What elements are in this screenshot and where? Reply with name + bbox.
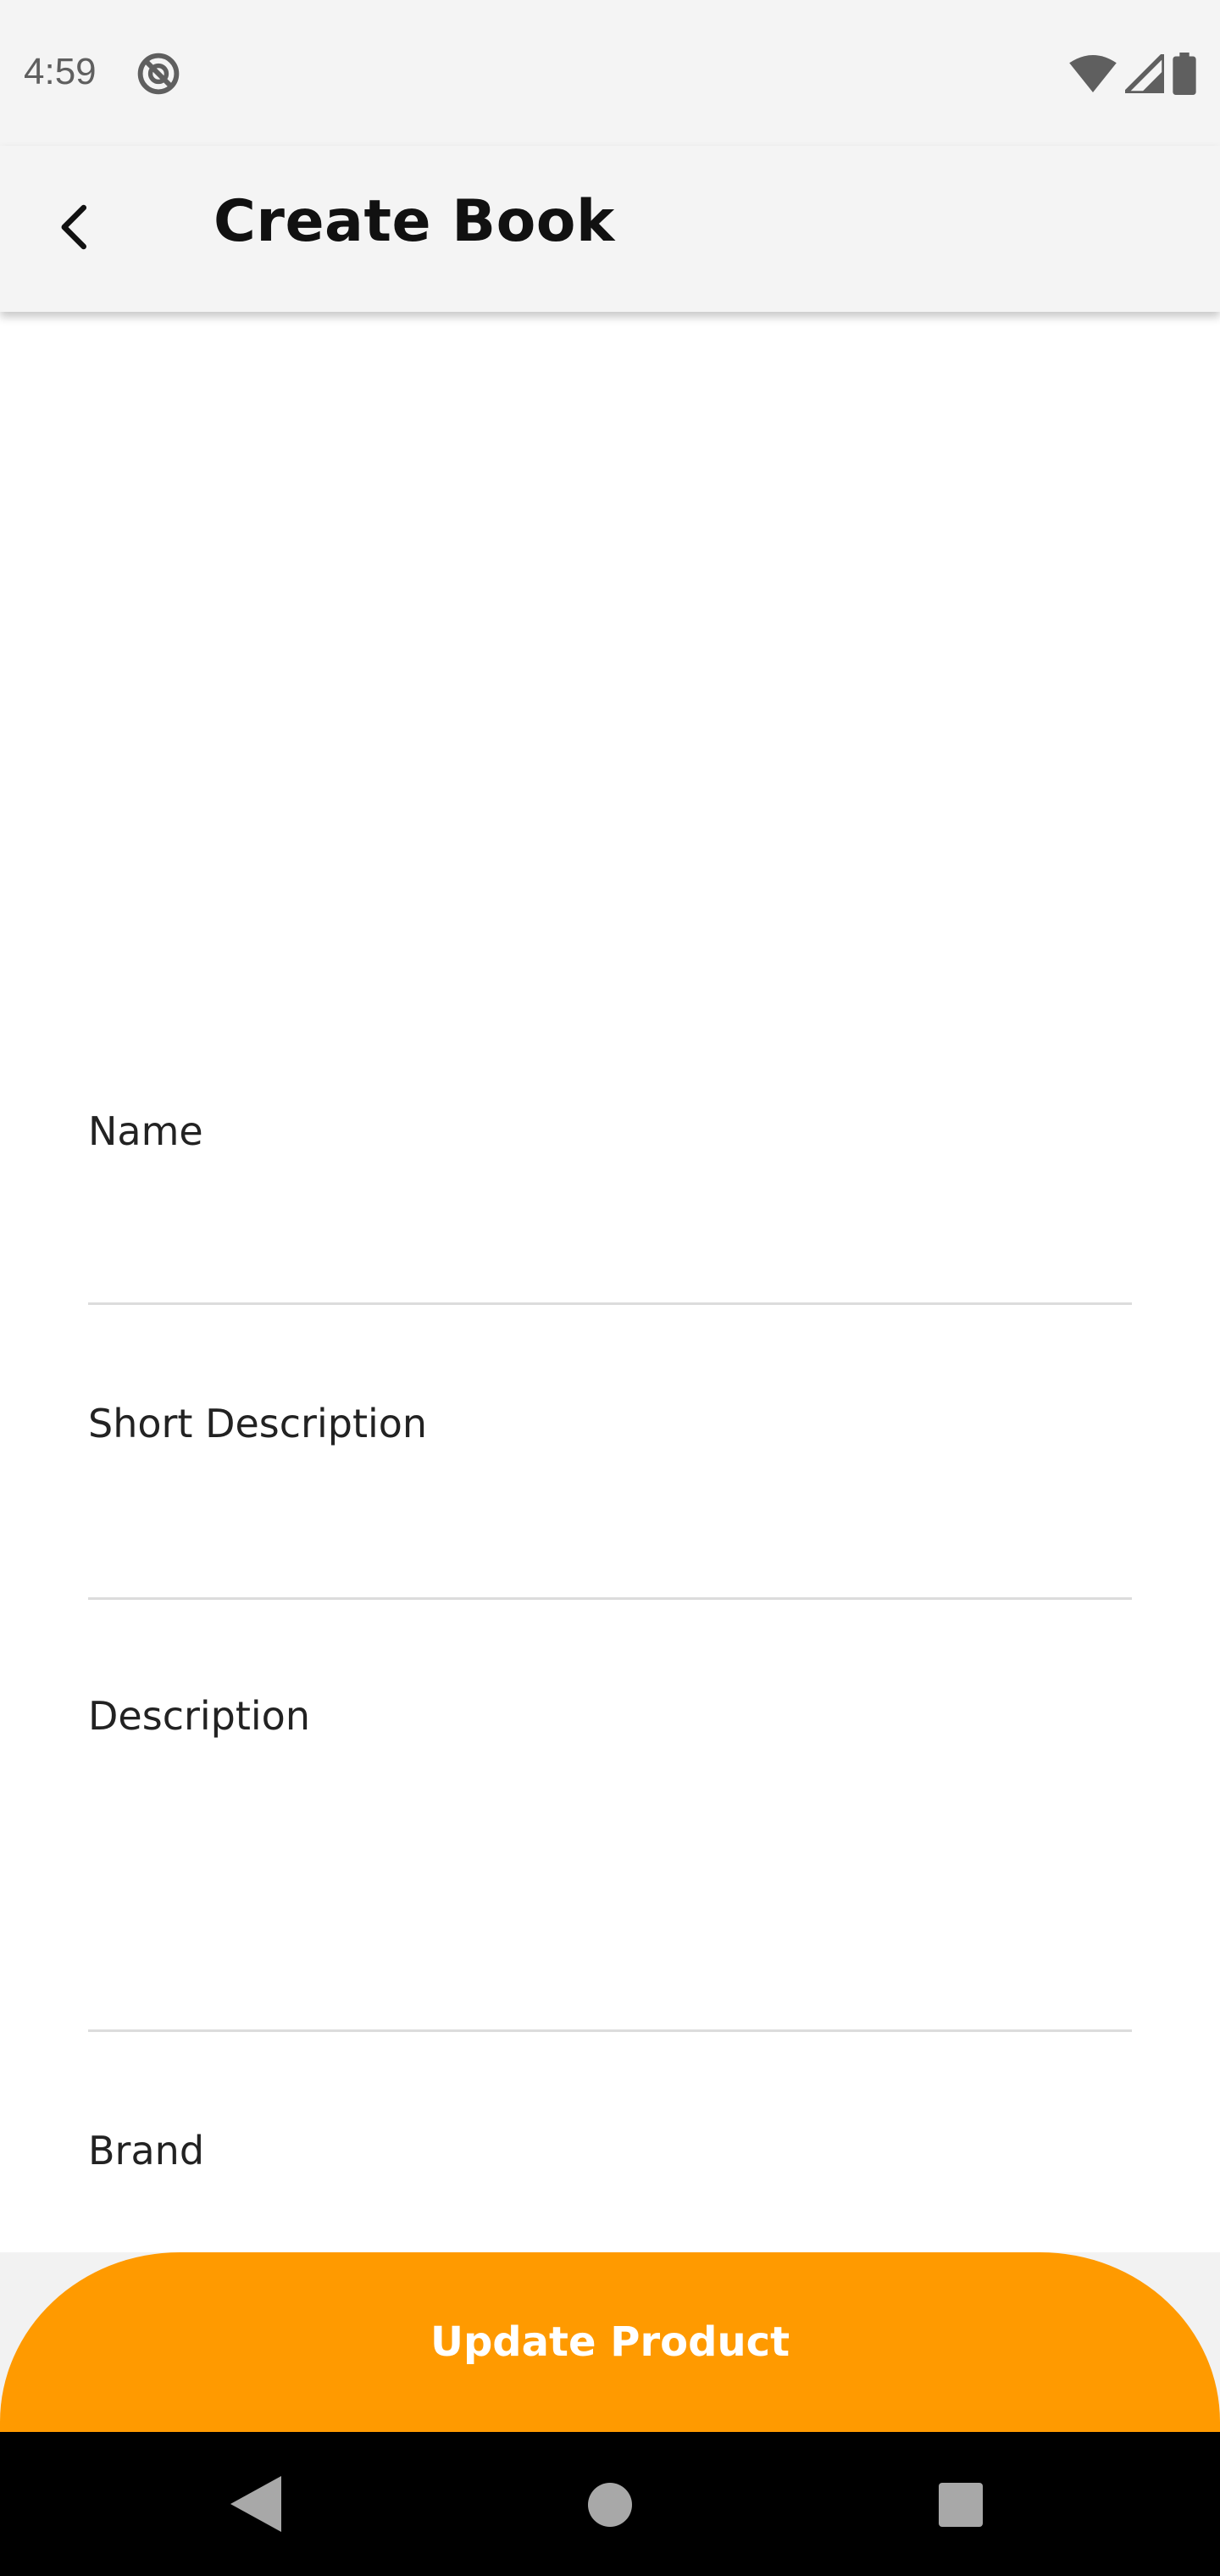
brand-label: Brand (88, 2128, 205, 2174)
cellular-signal-icon (1125, 54, 1164, 93)
status-icons (1069, 51, 1196, 97)
name-label: Name (88, 1108, 203, 1154)
name-input[interactable] (88, 1235, 1132, 1294)
do-not-disturb-icon (137, 53, 180, 95)
short-description-label: Short Description (88, 1401, 428, 1446)
page-title: Create Book (214, 188, 615, 255)
system-navigation-bar (0, 2432, 1220, 2576)
nav-home-icon[interactable] (588, 2483, 632, 2527)
nav-recents-icon[interactable] (939, 2483, 983, 2527)
bottom-action-area: Update Product (0, 2252, 1220, 2432)
description-field[interactable]: Description (88, 1693, 1132, 2032)
short-description-field[interactable]: Short Description (88, 1401, 1132, 1600)
book-image-area[interactable] (0, 312, 1220, 1058)
nav-back-icon[interactable] (230, 2476, 281, 2532)
wifi-icon (1069, 55, 1117, 92)
description-label: Description (88, 1693, 310, 1739)
status-bar: 4:59 (0, 0, 1220, 146)
status-time: 4:59 (24, 51, 97, 92)
back-button[interactable] (42, 197, 103, 258)
battery-icon (1173, 53, 1196, 95)
brand-field[interactable]: Brand (88, 2128, 1132, 2252)
description-input[interactable] (88, 1962, 1132, 2021)
update-product-button[interactable]: Update Product (0, 2252, 1220, 2432)
app-bar: Create Book (0, 146, 1220, 312)
chevron-left-icon (61, 204, 87, 250)
name-field[interactable]: Name (88, 1108, 1132, 1305)
form-content[interactable]: Name Short Description Description Brand (0, 312, 1220, 2252)
short-description-input[interactable] (88, 1530, 1132, 1589)
